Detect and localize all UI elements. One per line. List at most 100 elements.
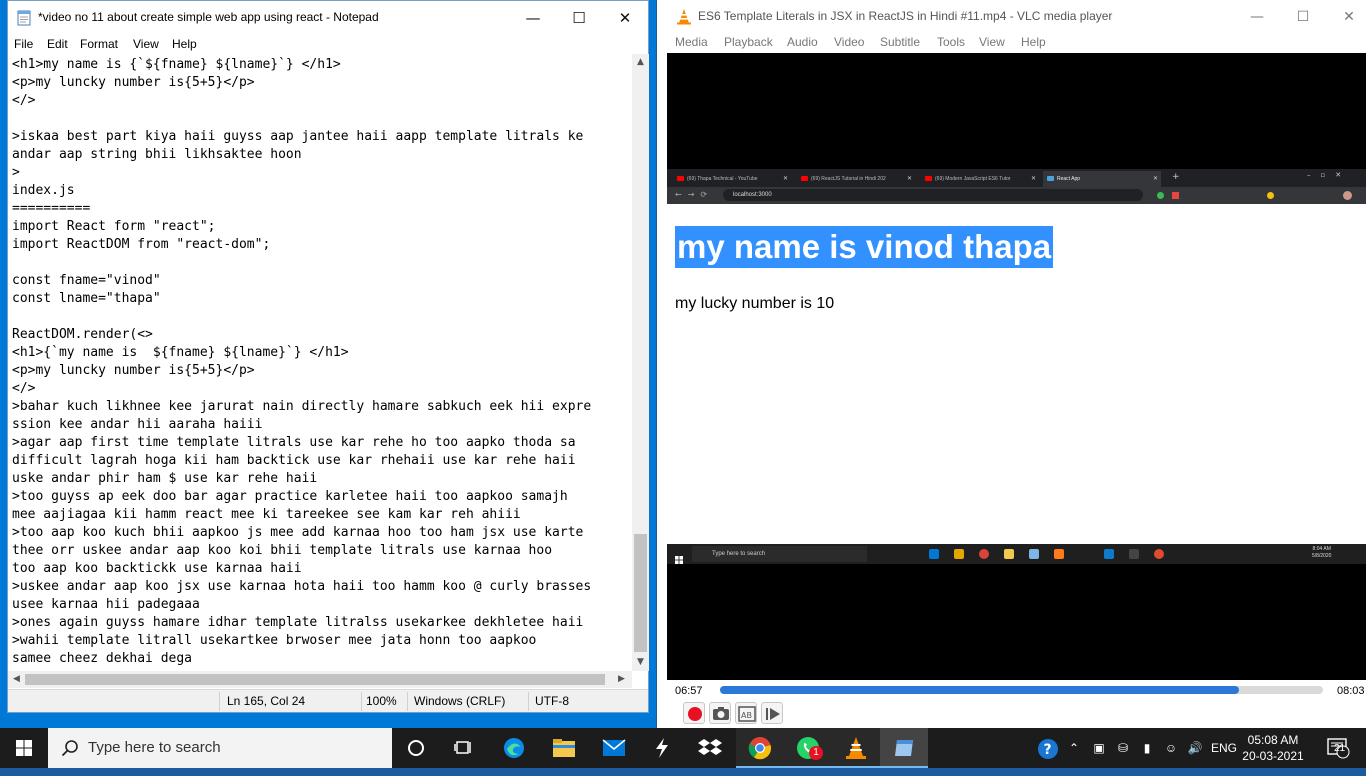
help-tray-button[interactable]: ? xyxy=(1034,728,1062,768)
vscode-icon xyxy=(1104,549,1114,559)
edge-icon xyxy=(929,549,939,559)
browser-tabstrip: (69) Thapa Technical - YouTube ✕ (69) Rea… xyxy=(667,169,1366,187)
notepad-frame: *video no 11 about create simple web app… xyxy=(7,0,649,713)
vlc-minimize-button[interactable]: — xyxy=(1234,0,1280,34)
vlc-cone-icon xyxy=(677,9,691,25)
seek-bar-fill xyxy=(720,686,1239,694)
tab-label: (69) Thapa Technical - YouTube xyxy=(687,176,758,182)
scroll-down-icon[interactable]: ▼ xyxy=(632,654,649,671)
language-button[interactable]: ENG xyxy=(1208,728,1240,768)
loop-ab-button[interactable]: AB xyxy=(735,702,757,724)
tab-close-icon: ✕ xyxy=(1030,176,1036,182)
volume-button[interactable]: 🔊 xyxy=(1184,728,1206,768)
seek-bar[interactable] xyxy=(720,686,1323,694)
cursor-position: Ln 165, Col 24 xyxy=(227,694,306,708)
video-clock: 8:04 AM 5/8/2020 xyxy=(1312,546,1331,560)
browser-tab: (69) Modern JavaScript ES6 Tutor ✕ xyxy=(921,171,1039,187)
video-clock-time: 8:04 AM xyxy=(1312,546,1331,552)
snapshot-button[interactable] xyxy=(709,702,731,724)
scroll-left-icon[interactable]: ◀ xyxy=(8,671,25,688)
menu-file[interactable]: File xyxy=(14,37,33,51)
vlc-menu-view[interactable]: View xyxy=(979,35,1005,49)
vertical-scrollbar[interactable]: ▲ ▼ xyxy=(632,54,649,671)
show-hidden-icons-button[interactable]: ⌃ xyxy=(1064,728,1084,768)
vlc-menu-audio[interactable]: Audio xyxy=(787,35,818,49)
vlc-window: ES6 Template Literals in JSX in ReactJS … xyxy=(657,0,1366,728)
vlc-menu-video[interactable]: Video xyxy=(834,35,864,49)
vlc-menu-subtitle[interactable]: Subtitle xyxy=(880,35,920,49)
browser-tab-active: React App ✕ xyxy=(1043,171,1161,187)
taskbar-winamp[interactable] xyxy=(638,728,686,768)
extension-icon xyxy=(1157,192,1164,199)
url-text: localhost:3000 xyxy=(733,192,772,198)
browser-toolbar: ←→⟳ localhost:3000 xyxy=(667,187,1366,204)
page-heading: my name is vinod thapa xyxy=(675,226,1054,268)
frame-step-button[interactable] xyxy=(761,702,783,724)
taskbar-dropbox[interactable] xyxy=(686,728,734,768)
taskbar-chrome[interactable] xyxy=(736,728,784,768)
horizontal-scroll-thumb[interactable] xyxy=(25,674,605,685)
video-browser-frame: (69) Thapa Technical - YouTube ✕ (69) Rea… xyxy=(667,169,1366,544)
notification-center-button[interactable]: 21 xyxy=(1318,728,1358,768)
network-icon: ⛁ xyxy=(1117,741,1129,755)
horizontal-scrollbar[interactable]: ◀ ▶ xyxy=(8,671,632,688)
taskbar-file-explorer[interactable] xyxy=(540,728,588,768)
vlc-menu-playback[interactable]: Playback xyxy=(724,35,773,49)
vlc-menu-media[interactable]: Media xyxy=(675,35,708,49)
task-view-button[interactable] xyxy=(440,728,488,768)
video-area[interactable]: (69) Thapa Technical - YouTube ✕ (69) Rea… xyxy=(667,53,1366,680)
menu-help[interactable]: Help xyxy=(172,37,197,51)
encoding: UTF-8 xyxy=(535,694,569,708)
taskbar-search-box[interactable]: Type here to search xyxy=(48,728,392,768)
scroll-right-icon[interactable]: ▶ xyxy=(613,671,630,688)
tray-icon[interactable]: ▣ xyxy=(1088,728,1110,768)
cortana-button[interactable] xyxy=(392,728,440,768)
vlc-close-button[interactable]: ✕ xyxy=(1326,0,1366,34)
elapsed-time: 06:57 xyxy=(675,685,703,697)
taskbar-notepad[interactable] xyxy=(880,728,928,768)
loop-ab-icon: AB xyxy=(738,706,756,722)
notepad-text-area[interactable]: <h1>my name is {`${fname} ${lname}`} </h… xyxy=(12,56,632,668)
tray-icon[interactable]: ⛁ xyxy=(1112,728,1134,768)
browser-url-bar: localhost:3000 xyxy=(723,189,1143,201)
record-icon xyxy=(688,707,702,721)
chevron-up-icon: ⌃ xyxy=(1068,741,1080,755)
taskbar-vlc[interactable] xyxy=(832,728,880,768)
taskbar-mail[interactable] xyxy=(590,728,638,768)
tab-label: React App xyxy=(1057,176,1081,182)
line-ending: Windows (CRLF) xyxy=(414,694,506,708)
react-icon xyxy=(1047,176,1054,181)
minimize-button[interactable]: — xyxy=(510,1,556,35)
windows-taskbar: Type here to search 1 ? ⌃ ▣ ⛁ ▮ ☺ 🔊 ENG xyxy=(0,728,1366,768)
notification-badge: 1 xyxy=(809,746,823,760)
vlc-icon xyxy=(846,737,866,759)
notepad-icon xyxy=(1029,549,1039,559)
taskbar-edge[interactable] xyxy=(490,728,538,768)
taskbar-clock[interactable]: 05:08 AM 20-03-2021 xyxy=(1242,732,1304,764)
scroll-up-icon[interactable]: ▲ xyxy=(632,54,649,71)
battery-button[interactable]: ▮ xyxy=(1136,728,1158,768)
menu-view[interactable]: View xyxy=(133,37,159,51)
browser-tab: (69) ReactJS Tutorial in Hindi 202 ✕ xyxy=(797,171,915,187)
record-button[interactable] xyxy=(683,702,705,724)
search-icon xyxy=(61,740,78,757)
vlc-menu-help[interactable]: Help xyxy=(1021,35,1046,49)
notepad-statusbar: Ln 165, Col 24 100% Windows (CRLF) UTF-8 xyxy=(8,689,648,712)
menu-edit[interactable]: Edit xyxy=(47,37,68,51)
close-button[interactable]: ✕ xyxy=(602,1,648,35)
vlc-menu-tools[interactable]: Tools xyxy=(937,35,965,49)
maximize-button[interactable]: ☐ xyxy=(556,1,602,35)
tab-close-icon: ✕ xyxy=(782,176,788,182)
windows-logo-icon xyxy=(675,549,683,564)
vertical-scroll-thumb[interactable] xyxy=(634,534,647,652)
wifi-button[interactable]: ☺ xyxy=(1160,728,1182,768)
help-icon: ? xyxy=(1038,739,1058,759)
vlc-maximize-button[interactable]: ☐ xyxy=(1280,0,1326,34)
start-button[interactable] xyxy=(0,728,48,768)
vlc-title: ES6 Template Literals in JSX in ReactJS … xyxy=(698,9,1113,23)
dropbox-icon xyxy=(698,739,722,755)
svg-text:?: ? xyxy=(1044,742,1052,758)
menu-format[interactable]: Format xyxy=(80,37,118,51)
taskbar-whatsapp[interactable]: 1 xyxy=(784,728,832,768)
edge-icon xyxy=(504,738,524,758)
